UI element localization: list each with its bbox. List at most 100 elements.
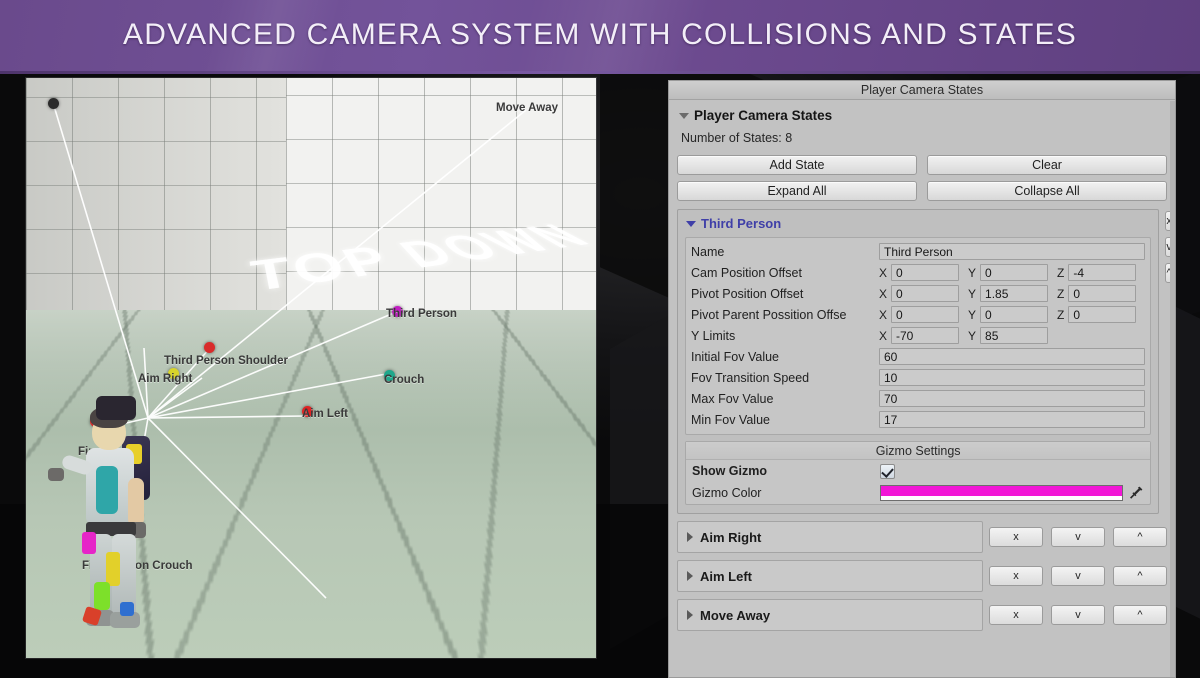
gizmo-label-aim-left: Aim Left xyxy=(302,408,348,420)
axis-label-x: X xyxy=(879,266,887,280)
chevron-down-icon xyxy=(679,113,689,119)
scene-wall-left xyxy=(26,78,286,318)
axis-label-y: Y xyxy=(968,266,976,280)
cam-offset-z-input[interactable] xyxy=(1068,264,1136,281)
field-row-initial-fov: Initial Fov Value xyxy=(691,346,1145,367)
collapsed-state-wrapper: Aim Right x v ^ xyxy=(677,521,1167,553)
field-row-pivot-parent-position-offset: Pivot Parent Possition Offse X Y Z xyxy=(691,304,1145,325)
inspector-scrollbar[interactable] xyxy=(1170,101,1175,677)
gizmo-label-move-away: Move Away xyxy=(496,102,558,114)
field-row-y-limits: Y Limits X Y Z xyxy=(691,325,1145,346)
expand-all-button[interactable]: Expand All xyxy=(677,181,917,201)
game-viewport[interactable]: TOP DOWN Move A xyxy=(26,78,596,658)
y-limits-y-input[interactable] xyxy=(980,327,1048,344)
state-move-up-button[interactable]: ^ xyxy=(1113,566,1167,586)
page-title: ADVANCED CAMERA SYSTEM WITH COLLISIONS A… xyxy=(0,18,1200,52)
field-row-fov-transition-speed: Fov Transition Speed xyxy=(691,367,1145,388)
y-limits-x-input[interactable] xyxy=(891,327,959,344)
axis-label-z: Z xyxy=(1057,287,1064,301)
add-state-button[interactable]: Add State xyxy=(677,155,917,175)
chevron-right-icon xyxy=(687,571,693,581)
max-fov-input[interactable] xyxy=(879,390,1145,407)
chevron-down-icon xyxy=(686,221,696,227)
field-row-min-fov: Min Fov Value xyxy=(691,409,1145,430)
gizmo-label-crouch: Crouch xyxy=(384,374,424,386)
chevron-right-icon xyxy=(687,610,693,620)
pivot-parent-offset-x-input[interactable] xyxy=(891,306,959,323)
field-label: Min Fov Value xyxy=(691,413,879,427)
gizmo-node-move-away[interactable] xyxy=(48,98,59,109)
root-foldout-label: Player Camera States xyxy=(694,108,832,123)
field-row-name: Name xyxy=(691,241,1145,262)
field-label: Initial Fov Value xyxy=(691,350,879,364)
collapsed-state-row[interactable]: Move Away xyxy=(677,599,983,631)
pivot-offset-z-input[interactable] xyxy=(1068,285,1136,302)
inspector-panel: Player Camera States Player Camera State… xyxy=(668,80,1176,678)
cam-offset-x-input[interactable] xyxy=(891,264,959,281)
show-gizmo-checkbox[interactable] xyxy=(880,464,895,479)
expanded-state-block: Third Person Name Cam Position Offset xyxy=(677,209,1159,514)
eyedropper-icon[interactable] xyxy=(1129,485,1144,501)
axis-label-x: X xyxy=(879,329,887,343)
axis-label-y: Y xyxy=(968,287,976,301)
state-actions-row-1: Add State Clear xyxy=(677,155,1167,175)
inspector-body: Player Camera States Number of States: 8… xyxy=(669,100,1175,631)
axis-label-z: Z xyxy=(1057,308,1064,322)
pivot-parent-offset-y-input[interactable] xyxy=(980,306,1048,323)
player-character xyxy=(66,396,186,646)
state-move-down-button[interactable]: v xyxy=(1051,605,1105,625)
gizmo-node-third-person-shoulder[interactable] xyxy=(204,342,215,353)
state-title: Third Person xyxy=(701,216,781,231)
page-header: ADVANCED CAMERA SYSTEM WITH COLLISIONS A… xyxy=(0,0,1200,74)
field-label: Fov Transition Speed xyxy=(691,371,879,385)
collapsed-state-label: Aim Left xyxy=(700,569,752,584)
state-move-down-button[interactable]: v xyxy=(1051,566,1105,586)
name-input[interactable] xyxy=(879,243,1145,260)
gizmo-color-swatch[interactable] xyxy=(880,485,1123,501)
screen-root: ADVANCED CAMERA SYSTEM WITH COLLISIONS A… xyxy=(0,0,1200,678)
gizmo-label-aim-right: Aim Right xyxy=(138,373,192,385)
initial-fov-input[interactable] xyxy=(879,348,1145,365)
pivot-offset-y-input[interactable] xyxy=(980,285,1048,302)
collapse-all-button[interactable]: Collapse All xyxy=(927,181,1167,201)
field-label: Pivot Parent Possition Offse xyxy=(691,308,879,322)
fov-transition-speed-input[interactable] xyxy=(879,369,1145,386)
show-gizmo-label: Show Gizmo xyxy=(692,464,880,478)
collapsed-state-row[interactable]: Aim Right xyxy=(677,521,983,553)
inspector-window-title: Player Camera States xyxy=(669,81,1175,100)
state-remove-button[interactable]: x xyxy=(989,566,1043,586)
cam-offset-y-input[interactable] xyxy=(980,264,1048,281)
gizmo-color-alpha-bar xyxy=(881,496,1122,500)
pivot-offset-x-input[interactable] xyxy=(891,285,959,302)
chevron-right-icon xyxy=(687,532,693,542)
state-remove-button[interactable]: x xyxy=(989,527,1043,547)
axis-label-x: X xyxy=(879,287,887,301)
min-fov-input[interactable] xyxy=(879,411,1145,428)
field-label: Cam Position Offset xyxy=(691,266,879,280)
expanded-state-wrapper: Third Person Name Cam Position Offset xyxy=(677,209,1167,514)
clear-button[interactable]: Clear xyxy=(927,155,1167,175)
state-move-up-button[interactable]: ^ xyxy=(1113,527,1167,547)
collapsed-state-label: Aim Right xyxy=(700,530,761,545)
state-remove-button[interactable]: x xyxy=(989,605,1043,625)
state-foldout-third-person[interactable]: Third Person xyxy=(686,216,1151,231)
axis-label-y: Y xyxy=(968,329,976,343)
state-fields: Name Cam Position Offset X Y xyxy=(685,237,1151,435)
root-foldout[interactable]: Player Camera States xyxy=(679,108,1167,123)
collapsed-state-wrapper: Aim Left x v ^ xyxy=(677,560,1167,592)
collapsed-state-wrapper: Move Away x v ^ xyxy=(677,599,1167,631)
field-label: Name xyxy=(691,245,879,259)
pivot-parent-offset-z-input[interactable] xyxy=(1068,306,1136,323)
axis-label-x: X xyxy=(879,308,887,322)
gizmo-row-color: Gizmo Color xyxy=(686,482,1150,504)
field-row-max-fov: Max Fov Value xyxy=(691,388,1145,409)
collapsed-state-row[interactable]: Aim Left xyxy=(677,560,983,592)
collapsed-state-buttons: x v ^ xyxy=(989,605,1167,625)
state-move-up-button[interactable]: ^ xyxy=(1113,605,1167,625)
gizmo-settings-header: Gizmo Settings xyxy=(686,442,1150,460)
gizmo-color-label: Gizmo Color xyxy=(692,486,880,500)
gizmo-row-show-gizmo: Show Gizmo xyxy=(686,460,1150,482)
field-label: Pivot Position Offset xyxy=(691,287,879,301)
state-move-down-button[interactable]: v xyxy=(1051,527,1105,547)
field-row-pivot-position-offset: Pivot Position Offset X Y Z xyxy=(691,283,1145,304)
